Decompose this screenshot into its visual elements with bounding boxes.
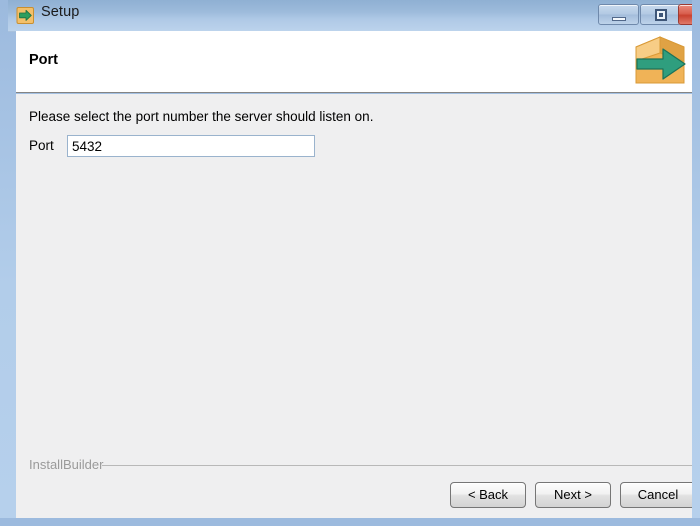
minimize-button[interactable] bbox=[598, 4, 639, 25]
page-header: Port bbox=[16, 31, 692, 93]
close-button[interactable]: ✕ bbox=[678, 4, 692, 25]
dialog-body: Please select the port number the server… bbox=[16, 94, 692, 518]
page-title: Port bbox=[29, 52, 58, 68]
setup-window: Setup ✕ Port Please select the bbox=[0, 0, 700, 526]
port-input[interactable] bbox=[67, 135, 315, 157]
package-arrow-icon bbox=[629, 31, 691, 91]
setup-arrow-icon bbox=[16, 6, 35, 25]
footer-divider bbox=[102, 465, 692, 466]
dialog-button-bar: < Back Next > Cancel bbox=[441, 482, 692, 508]
back-button[interactable]: < Back bbox=[450, 482, 526, 508]
port-label: Port bbox=[29, 138, 54, 153]
minimize-icon bbox=[612, 17, 626, 21]
next-button[interactable]: Next > bbox=[535, 482, 611, 508]
cancel-button[interactable]: Cancel bbox=[620, 482, 692, 508]
title-bar[interactable]: Setup ✕ bbox=[8, 0, 692, 32]
close-icon: ✕ bbox=[679, 5, 692, 24]
installbuilder-brand: InstallBuilder bbox=[29, 457, 104, 472]
maximize-icon bbox=[655, 9, 667, 21]
maximize-button[interactable] bbox=[640, 4, 681, 25]
window-title: Setup bbox=[41, 4, 80, 20]
instruction-text: Please select the port number the server… bbox=[29, 109, 374, 124]
